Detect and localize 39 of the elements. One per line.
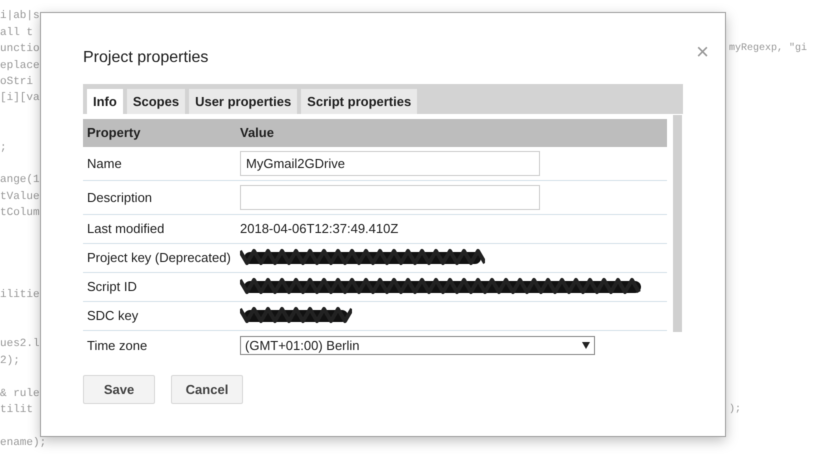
code-line: ange(1 (0, 173, 40, 188)
code-line: tilit (0, 403, 34, 418)
property-label: Name (86, 154, 123, 173)
code-line: ; (0, 140, 7, 156)
code-line: oStri (0, 75, 34, 90)
property-label: Description (86, 188, 154, 207)
code-line: tValue (0, 190, 40, 205)
code-line: 2); (0, 354, 20, 369)
property-label: Time zone (86, 336, 148, 355)
code-line: myRegexp, "gi (729, 42, 808, 56)
code-line: ); (729, 402, 742, 417)
text-field[interactable]: MyGmail2GDrive (240, 151, 540, 176)
code-line: unctio (0, 42, 40, 58)
code-line: & rule (0, 386, 40, 402)
tab[interactable]: Scopes (126, 89, 186, 114)
time-zone-select[interactable]: (GMT+01:00) Berlin (240, 336, 595, 355)
property-label: SDC key (86, 307, 140, 326)
column-header: Property (86, 124, 142, 142)
code-line: ilitie (0, 288, 40, 304)
dialog-button[interactable]: Save (83, 375, 155, 404)
code-line: ename); (0, 436, 46, 451)
tab[interactable]: Info (87, 89, 123, 114)
code-line: [i][va (0, 91, 40, 106)
code-line: tColum (0, 206, 40, 222)
dialog-title: Project properties (83, 48, 208, 68)
text-field[interactable] (240, 185, 540, 210)
column-header: Value (240, 124, 274, 142)
tab[interactable]: User properties (189, 89, 298, 114)
tab[interactable]: Script properties (301, 89, 418, 114)
code-line: eplace (0, 58, 40, 74)
value-text: 2018-04-06T12:37:49.410Z (240, 220, 398, 238)
dialog-button[interactable]: Cancel (171, 375, 243, 404)
code-line: i|ab|s (0, 9, 40, 24)
code-line: all t (0, 26, 34, 41)
property-label: Last modified (86, 220, 166, 238)
property-label: Project key (Deprecated) (86, 249, 232, 268)
dropdown-arrow-icon (582, 342, 590, 349)
property-label: Script ID (86, 278, 138, 296)
code-line: ues2.l (0, 337, 40, 352)
